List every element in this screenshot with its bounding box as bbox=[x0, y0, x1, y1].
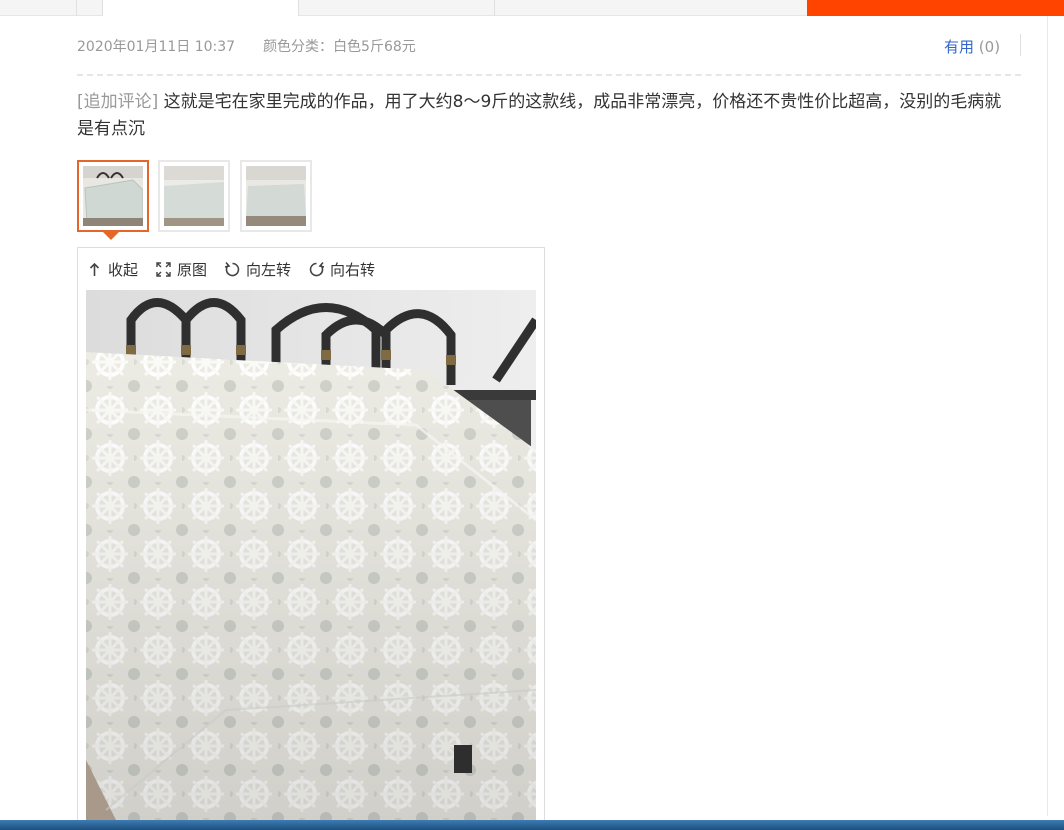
rotate-left-button[interactable]: 向左转 bbox=[224, 259, 291, 280]
comment-text: 这就是宅在家里完成的作品，用了大约8～9斤的这款线，成品非常漂亮，价格还不贵性价… bbox=[77, 92, 1002, 139]
tab-active[interactable] bbox=[102, 0, 298, 16]
sku-label: 颜色分类： bbox=[263, 39, 334, 55]
useful-divider bbox=[1020, 34, 1021, 56]
useful-label: 有用 bbox=[944, 38, 975, 56]
review-photo bbox=[86, 290, 536, 830]
thumbnail-1[interactable] bbox=[77, 160, 149, 232]
thumbnail-image bbox=[164, 166, 224, 226]
review-comment: [追加评论] 这就是宅在家里完成的作品，用了大约8～9斤的这款线，成品非常漂亮，… bbox=[77, 89, 1012, 143]
useful-button[interactable]: 有用 (0) bbox=[944, 36, 1000, 57]
sku-value: 白色5斤68元 bbox=[333, 39, 416, 55]
rotate-left-label: 向左转 bbox=[246, 261, 292, 279]
rotate-right-icon bbox=[308, 261, 325, 278]
collapse-button[interactable]: 收起 bbox=[86, 259, 138, 280]
os-taskbar bbox=[0, 820, 1064, 830]
image-viewer: 收起 原图 向左转 向右转 bbox=[77, 247, 545, 830]
fullscreen-icon bbox=[155, 261, 172, 278]
review-date: 2020年01月11日 10:37 bbox=[77, 39, 236, 55]
tab[interactable] bbox=[494, 0, 807, 16]
dashed-divider bbox=[77, 74, 1021, 76]
thumbnail-image bbox=[83, 166, 143, 226]
collapse-label: 收起 bbox=[108, 261, 139, 279]
tab[interactable] bbox=[298, 0, 494, 16]
rotate-left-icon bbox=[224, 261, 241, 278]
review-meta: 2020年01月11日 10:37 颜色分类：白色5斤68元 bbox=[77, 36, 416, 56]
tab-strip bbox=[0, 0, 1064, 16]
followup-tag: [追加评论] bbox=[77, 92, 159, 112]
viewer-toolbar: 收起 原图 向左转 向右转 bbox=[86, 259, 392, 280]
collapse-icon bbox=[86, 261, 103, 278]
thumbnail-2[interactable] bbox=[158, 160, 230, 232]
thumbnail-pointer bbox=[102, 231, 120, 240]
original-image-label: 原图 bbox=[177, 261, 208, 279]
thumbnail-3[interactable] bbox=[240, 160, 312, 232]
rotate-right-label: 向右转 bbox=[330, 261, 376, 279]
thumbnail-image bbox=[246, 166, 306, 226]
accent-bar bbox=[807, 0, 1064, 16]
useful-count: (0) bbox=[978, 38, 1001, 56]
rotate-right-button[interactable]: 向右转 bbox=[308, 259, 375, 280]
tab[interactable] bbox=[76, 0, 102, 16]
original-image-button[interactable]: 原图 bbox=[155, 259, 207, 280]
crochet-bedspread-image bbox=[86, 290, 536, 830]
right-divider bbox=[1047, 16, 1048, 816]
